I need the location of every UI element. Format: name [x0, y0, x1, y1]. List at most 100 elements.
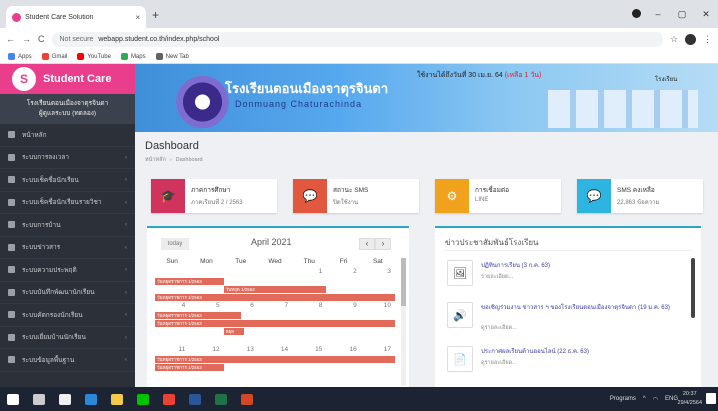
wifi-icon[interactable]: ◠ [653, 396, 658, 403]
taskbar-excel-button[interactable] [208, 387, 234, 411]
calendar-day-number[interactable]: 6 [224, 302, 258, 309]
sidebar-item-5[interactable]: ระบบข่าวสาร ‹ [0, 237, 135, 259]
brand-name[interactable]: Student Care [43, 73, 111, 85]
sidebar-item-10[interactable]: ระบบข้อมูลพื้นฐาน ‹ [0, 349, 135, 372]
license-extend-link[interactable]: (เหลือ 1 วัน) [505, 72, 542, 79]
menu-dots-icon[interactable]: ⋮ [703, 34, 712, 45]
calendar-day-number[interactable]: 10 [361, 302, 395, 309]
news-item[interactable]: 📄 ประกาศผลเรียนด้านออนไลน์ (22 ธ.ค. 63) ดู… [447, 346, 687, 380]
taskbar-line-button[interactable] [130, 387, 156, 411]
info-card[interactable]: 💬 สถานะ SMS ปิดใช้งาน [293, 179, 419, 213]
calendar-day-number[interactable] [189, 268, 223, 275]
calendar-day-number[interactable]: 5 [189, 302, 223, 309]
calendar-day-number[interactable]: 15 [292, 346, 326, 353]
calendar-day-number[interactable]: 8 [292, 302, 326, 309]
taskbar-powerpoint-button[interactable] [234, 387, 260, 411]
news-item[interactable]: 🔊 ขอเชิญร่วมงาน ข่าวสาร ฯ ของโรงเรียนดอนเ… [447, 302, 687, 336]
bookmark-3[interactable]: Maps [120, 53, 146, 60]
calendar-day-number[interactable]: 4 [155, 302, 189, 309]
taskbar-chrome-button[interactable] [156, 387, 182, 411]
star-icon[interactable]: ☆ [670, 34, 678, 45]
prev-month-button[interactable]: ‹ [359, 238, 375, 250]
not-secure-label[interactable]: Not secure [60, 36, 94, 43]
calendar-event[interactable]: หยุด [223, 328, 245, 335]
calendar-day-number[interactable] [155, 268, 189, 275]
calendar-scrollbar[interactable] [401, 258, 406, 386]
browser-tab[interactable]: Student Care Solution × [6, 6, 146, 28]
calendar-event[interactable]: วันหยุด 1/2563 [223, 286, 327, 293]
sidebar-item-9[interactable]: ระบบเยี่ยมบ้านนักเรียน ‹ [0, 327, 135, 349]
address-bar[interactable]: Not secure webapp.student.co.th/index.ph… [51, 31, 663, 47]
calendar-day-number[interactable]: 16 [326, 346, 360, 353]
taskbar-word-button[interactable] [182, 387, 208, 411]
bookmark-1[interactable]: Gmail [41, 53, 67, 60]
profile-icon[interactable] [632, 9, 641, 18]
menu-item-icon [8, 153, 15, 161]
tab-close-icon[interactable]: × [135, 13, 140, 22]
notification-icon[interactable] [706, 393, 716, 404]
clock[interactable]: 20:37 29/4/2564 [678, 390, 702, 408]
back-icon[interactable]: ← [6, 34, 15, 44]
sidebar-item-3[interactable]: ระบบเช็คชื่อนักเรียนรายวิชา ‹ [0, 192, 135, 214]
info-card[interactable]: ⚙ การเชื่อมต่อ LINE [435, 179, 561, 213]
sidebar-item-8[interactable]: ระบบคัดกรองนักเรียน ‹ [0, 304, 135, 327]
calendar-day-number[interactable]: 2 [326, 268, 360, 275]
calendar-day-number[interactable]: 12 [189, 346, 223, 353]
sidebar-item-2[interactable]: ระบบเช็คชื่อนักเรียน ‹ [0, 169, 135, 192]
sidebar-item-4[interactable]: ระบบการบ้าน ‹ [0, 214, 135, 237]
url-text[interactable]: webapp.student.co.th/index.php/school [98, 36, 219, 43]
calendar-day-number[interactable]: 9 [326, 302, 360, 309]
bookmark-2[interactable]: YouTube [77, 53, 111, 60]
tray-chevron-icon[interactable]: ^ [643, 396, 646, 402]
calendar-day-number[interactable] [258, 268, 292, 275]
news-item-detail-link[interactable]: ดูรายละเอียด... [481, 324, 517, 332]
news-item-title[interactable]: ประกาศผลเรียนด้านออนไลน์ (22 ธ.ค. 63) [481, 348, 681, 357]
taskbar-store-button[interactable] [52, 387, 78, 411]
bookmark-0[interactable]: Apps [8, 53, 32, 60]
close-window-button[interactable]: ✕ [694, 0, 718, 28]
calendar-day-number[interactable]: 1 [292, 268, 326, 275]
sidebar-item-7[interactable]: ระบบบันทึกพัฒนานักเรียน ‹ [0, 282, 135, 304]
taskbar-windows-button[interactable] [0, 387, 26, 411]
avatar[interactable] [685, 33, 696, 45]
calendar-scroll-thumb[interactable] [401, 258, 406, 306]
calendar-event[interactable]: วันหยุดราชการ 1/2563 [155, 320, 395, 327]
info-card[interactable]: 🎓 ภาคการศึกษา ภาคเรียนที่ 2 / 2563 [151, 179, 277, 213]
taskbar-search-button[interactable] [26, 387, 52, 411]
info-card[interactable]: 💬 SMS คงเหลือ 22,863 ข้อความ [577, 179, 703, 213]
calendar-event[interactable]: วันหยุดราชการ 1/2563 [155, 356, 395, 363]
sidebar-item-6[interactable]: ระบบความประพฤติ ‹ [0, 259, 135, 282]
maximize-button[interactable]: ▢ [670, 0, 694, 28]
calendar-event[interactable]: วันหยุดราชการ 1/2563 [155, 294, 395, 301]
bookmark-4[interactable]: New Tab [155, 53, 189, 60]
calendar-event[interactable]: วันหยุดราชการ 1/2563 [155, 364, 224, 371]
news-item-detail-link[interactable]: ดูรายละเอียด... [481, 359, 517, 367]
calendar-day-number[interactable]: 17 [361, 346, 395, 353]
calendar-day-number[interactable] [224, 268, 258, 275]
news-item-title[interactable]: ขอเชิญร่วมงาน ข่าวสาร ฯ ของโรงเรียนดอนเม… [481, 304, 681, 313]
calendar-day-number[interactable]: 7 [258, 302, 292, 309]
tray-programs[interactable]: Programs [610, 396, 636, 402]
sidebar-item-0[interactable]: หน้าหลัก [0, 124, 135, 147]
calendar-event[interactable]: วันหยุดราชการ 1/2563 [155, 312, 241, 319]
calendar-day-number[interactable]: 13 [224, 346, 258, 353]
news-item-detail-link[interactable]: รายละเอียด... [481, 273, 513, 281]
today-button[interactable]: today [161, 238, 189, 250]
minimize-button[interactable]: – [646, 0, 670, 28]
forward-icon[interactable]: → [22, 34, 31, 44]
taskbar-explorer-button[interactable] [104, 387, 130, 411]
news-item[interactable]: 🖼 ปฏิทินการเรียน (3 ก.ค. 63) รายละเอียด... [447, 260, 687, 294]
news-item-title[interactable]: ปฏิทินการเรียน (3 ก.ค. 63) [481, 262, 681, 271]
sidebar-item-1[interactable]: ระบบการลงเวลา ‹ [0, 147, 135, 169]
lang-indicator[interactable]: ENG [665, 396, 678, 402]
taskbar-edge-button[interactable] [78, 387, 104, 411]
calendar-day-number[interactable]: 3 [361, 268, 395, 275]
calendar-day-number[interactable]: 11 [155, 346, 189, 353]
new-tab-button[interactable]: + [152, 8, 159, 22]
calendar-day-number[interactable]: 14 [258, 346, 292, 353]
calendar-event[interactable]: วันหยุดราชการ 1/2563 [155, 278, 224, 285]
news-scrollbar[interactable] [691, 258, 695, 318]
breadcrumb-home[interactable]: หน้าหลัก [145, 157, 166, 163]
reload-icon[interactable]: C [38, 34, 45, 44]
next-month-button[interactable]: › [375, 238, 391, 250]
